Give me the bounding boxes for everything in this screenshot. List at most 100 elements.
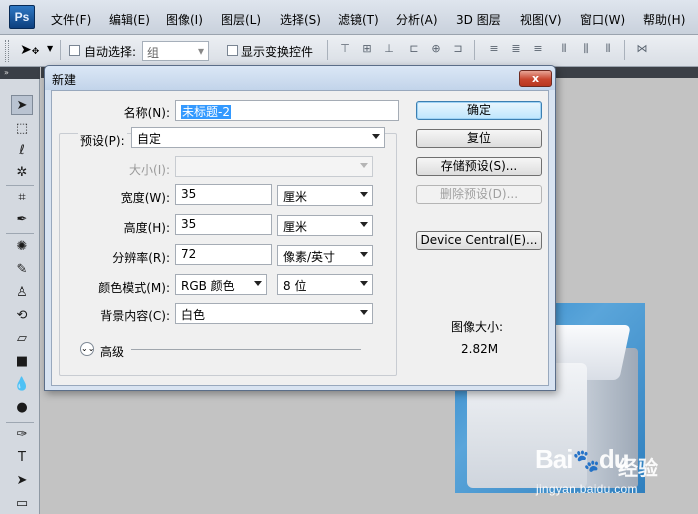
width-input[interactable]: 35 xyxy=(175,184,272,205)
advanced-expand-button[interactable]: ⌄⌄ xyxy=(80,342,94,356)
color-mode-dropdown[interactable]: RGB 颜色 xyxy=(175,274,267,295)
align-horizontal-center-icon[interactable]: ⊕ xyxy=(428,42,444,56)
image-size-label: 图像大小: xyxy=(451,320,504,334)
align-right-icon[interactable]: ⊐ xyxy=(450,42,466,56)
size-label: 大小(I): xyxy=(129,163,170,177)
bit-depth-dropdown[interactable]: 8 位 xyxy=(277,274,373,295)
dialog-title: 新建 xyxy=(52,73,77,87)
watermark-product-text: 经验 xyxy=(618,456,658,480)
name-label: 名称(N): xyxy=(123,106,170,120)
menu-window[interactable]: 窗口(W) xyxy=(580,11,625,28)
height-label: 高度(H): xyxy=(123,221,170,235)
eraser-icon[interactable]: ▱ xyxy=(11,329,33,349)
close-button[interactable]: x xyxy=(519,70,552,87)
chevron-down-icon xyxy=(372,134,380,139)
type-tool-icon[interactable]: T xyxy=(11,448,33,468)
width-label: 宽度(W): xyxy=(120,191,170,205)
name-input[interactable]: 未标题-2 xyxy=(175,100,399,121)
distribute-bottom-icon[interactable]: ≡ xyxy=(530,42,546,56)
menu-3d-layer[interactable]: 3D 图层 xyxy=(456,11,501,28)
tool-preset-dropdown-icon[interactable]: ▼ xyxy=(47,44,53,53)
divider xyxy=(624,40,625,60)
distribute-right-icon[interactable]: ⫴ xyxy=(600,42,616,56)
chevron-down-icon xyxy=(360,252,368,257)
menu-edit[interactable]: 编辑(E) xyxy=(109,11,150,28)
align-vertical-center-icon[interactable]: ⊞ xyxy=(359,42,375,56)
preset-dropdown[interactable]: 自定 xyxy=(131,127,385,148)
resolution-unit-dropdown[interactable]: 像素/英寸 xyxy=(277,245,373,266)
menu-image[interactable]: 图像(I) xyxy=(166,11,203,28)
close-icon: x xyxy=(531,72,540,85)
marquee-tool-icon[interactable]: ⬚ xyxy=(11,119,33,139)
dialog-title-bar[interactable]: 新建 x xyxy=(45,66,555,90)
advanced-label: 高级 xyxy=(100,345,125,359)
menu-layer[interactable]: 图层(L) xyxy=(221,11,261,28)
align-left-icon[interactable]: ⊏ xyxy=(406,42,422,56)
resolution-unit-value: 像素/英寸 xyxy=(283,250,336,264)
blur-tool-icon[interactable]: 💧 xyxy=(11,375,33,395)
device-central-button[interactable]: Device Central(E)... xyxy=(416,231,542,250)
ok-button[interactable]: 确定 xyxy=(416,101,542,120)
resolution-input[interactable]: 72 xyxy=(175,244,272,265)
tool-separator xyxy=(6,185,34,186)
chevron-down-icon xyxy=(360,163,368,168)
pen-tool-icon[interactable]: ✑ xyxy=(11,425,33,445)
align-bottom-icon[interactable]: ⊥ xyxy=(381,42,397,56)
move-tool-icon[interactable]: ➤ xyxy=(11,95,33,115)
resolution-label: 分辨率(R): xyxy=(112,251,170,265)
name-input-value: 未标题-2 xyxy=(181,105,231,119)
menu-filter[interactable]: 滤镜(T) xyxy=(338,11,379,28)
distribute-horizontal-center-icon[interactable]: ⫼ xyxy=(578,42,594,56)
auto-align-layers-icon[interactable]: ⋈ xyxy=(634,42,650,56)
background-contents-label: 背景内容(C): xyxy=(100,309,170,323)
height-input[interactable]: 35 xyxy=(175,214,272,235)
chevron-down-icon xyxy=(254,281,262,286)
shape-tool-icon[interactable]: ▭ xyxy=(11,494,33,514)
history-brush-icon[interactable]: ⟲ xyxy=(11,306,33,326)
distribute-top-icon[interactable]: ≡ xyxy=(486,42,502,56)
menu-view[interactable]: 视图(V) xyxy=(520,11,562,28)
height-unit-value: 厘米 xyxy=(283,220,308,234)
auto-select-value: 组 xyxy=(147,46,160,60)
dodge-tool-icon[interactable]: ● xyxy=(11,398,33,418)
background-contents-dropdown[interactable]: 白色 xyxy=(175,303,373,324)
show-transform-checkbox[interactable] xyxy=(227,45,238,56)
menu-help[interactable]: 帮助(H) xyxy=(643,11,685,28)
show-transform-label: 显示变换控件 xyxy=(241,45,314,59)
save-preset-button[interactable]: 存储预设(S)... xyxy=(416,157,542,176)
chevron-down-icon: ▾ xyxy=(197,44,204,58)
divider xyxy=(474,40,475,60)
preset-label: 预设(P): xyxy=(78,132,127,149)
magic-wand-icon[interactable]: ✲ xyxy=(11,163,33,183)
menu-select[interactable]: 选择(S) xyxy=(280,11,321,28)
distribute-left-icon[interactable]: ⫴ xyxy=(556,42,572,56)
image-size-value: 2.82M xyxy=(461,342,499,356)
reset-button[interactable]: 复位 xyxy=(416,129,542,148)
gradient-icon[interactable]: ■ xyxy=(11,352,33,372)
menu-analysis[interactable]: 分析(A) xyxy=(396,11,438,28)
menu-file[interactable]: 文件(F) xyxy=(51,11,91,28)
tool-separator xyxy=(6,233,34,234)
eyedropper-icon[interactable]: ✒ xyxy=(11,210,33,230)
photoshop-logo[interactable]: Ps xyxy=(9,5,35,29)
crop-tool-icon[interactable]: ⌗ xyxy=(11,188,33,208)
move-tool-icon[interactable]: ➤✥ xyxy=(20,42,39,58)
brush-tool-icon[interactable]: ✎ xyxy=(11,260,33,280)
options-grip[interactable] xyxy=(5,40,9,62)
width-unit-dropdown[interactable]: 厘米 xyxy=(277,185,373,206)
height-unit-dropdown[interactable]: 厘米 xyxy=(277,215,373,236)
size-dropdown xyxy=(175,156,373,177)
clone-stamp-icon[interactable]: ♙ xyxy=(11,283,33,303)
lasso-tool-icon[interactable]: ℓ xyxy=(11,141,33,161)
distribute-vertical-center-icon[interactable]: ≣ xyxy=(508,42,524,56)
healing-brush-icon[interactable]: ✺ xyxy=(11,237,33,257)
chevron-down-icon xyxy=(360,310,368,315)
auto-select-dropdown[interactable]: 组 ▾ xyxy=(142,41,209,61)
tools-panel-header[interactable]: » xyxy=(0,67,40,79)
color-mode-label: 颜色模式(M): xyxy=(98,281,170,295)
align-top-icon[interactable]: ⊤ xyxy=(337,42,353,56)
chevron-down-icon xyxy=(360,281,368,286)
path-select-icon[interactable]: ➤ xyxy=(11,471,33,491)
auto-select-checkbox[interactable] xyxy=(69,45,80,56)
width-unit-value: 厘米 xyxy=(283,190,308,204)
